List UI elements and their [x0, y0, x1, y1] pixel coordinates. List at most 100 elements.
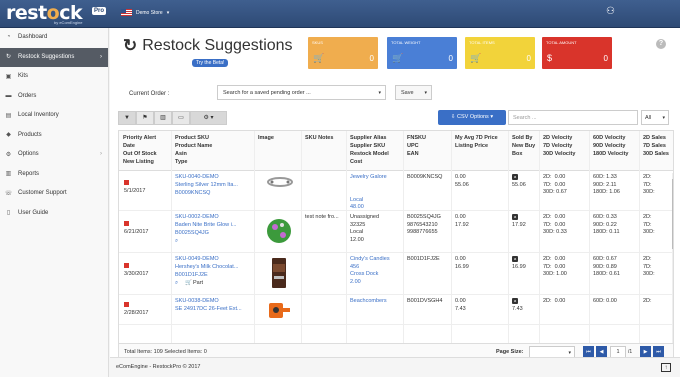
scrollbar-thumb[interactable]: [672, 179, 673, 249]
product-name[interactable]: Sterling Silver 12mm Ita...: [175, 182, 238, 190]
scroll-to-top-icon[interactable]: ↑: [661, 363, 671, 372]
column-header[interactable]: Priority Alert Date Out Of Stock New Lis…: [123, 134, 157, 166]
chevron-down-icon: ▾: [424, 90, 427, 96]
tile-value: 0: [603, 54, 608, 63]
search-input[interactable]: Search ...: [508, 110, 638, 125]
sales: 2D: 7D: 30D:: [643, 174, 655, 195]
tile-value: 0: [448, 54, 453, 63]
search-icon[interactable]: ⌕: [175, 238, 178, 246]
sidebar-item-products[interactable]: ◆ Products: [0, 126, 108, 146]
restock-table: Priority Alert Date Out Of Stock New Lis…: [118, 130, 674, 344]
buybox-price: 17.92: [512, 222, 526, 228]
velocity-long: 60D: 1.33 90D: 2.11 180D: 1.06: [593, 174, 620, 195]
flag-icon[interactable]: ⚑: [136, 111, 154, 125]
column-header[interactable]: Image: [258, 134, 274, 142]
product-image: [267, 177, 293, 187]
product-name[interactable]: Baden Nite Brite Glow i...: [175, 222, 236, 230]
fnsku: B0009KNCSQ: [407, 174, 443, 180]
user-menu-icon[interactable]: ⚇: [606, 6, 620, 20]
supplier-info: Unassigned 32325 Local 12.00: [350, 214, 380, 243]
sidebar-item-options[interactable]: ⚙ Options ›: [0, 145, 108, 165]
sidebar-item-orders[interactable]: ▬ Orders: [0, 87, 108, 107]
logo[interactable]: restock Pro by eComEngine: [6, 2, 110, 26]
sidebar-item-label: Options: [18, 151, 39, 158]
column-header[interactable]: SKU Notes: [305, 134, 333, 142]
table-toolbar: ▼ ⚑ ▥ ▭ ⚙ ▾: [118, 111, 227, 125]
building-icon[interactable]: ▥: [154, 111, 172, 125]
table-row[interactable]: 6/21/2017 SKU-0002-DEMO Baden Nite Brite…: [119, 211, 673, 253]
sku-notes[interactable]: test note fro...: [305, 214, 339, 222]
tile-skus: SKUS 🛒 0: [308, 37, 378, 69]
priority-date: 5/1/2017: [124, 188, 146, 194]
page-title-text: Restock Suggestions: [142, 37, 293, 54]
red-flag-icon: [124, 263, 129, 268]
product-image: [272, 258, 286, 288]
save-button[interactable]: Save ▾: [395, 85, 432, 100]
table-row[interactable]: 3/30/2017 SKU-0049-DEMO Hershey's Milk C…: [119, 253, 673, 295]
product-asin[interactable]: B0025SQ4JG: [175, 230, 209, 238]
sidebar-item-label: Dashboard: [18, 34, 48, 41]
guide-icon: ▯: [6, 210, 11, 217]
table-row[interactable]: 5/1/2017 SKU-0040-DEMO Sterling Silver 1…: [119, 171, 673, 211]
column-header[interactable]: My Avg 7D Price Listing Price: [455, 134, 498, 150]
filter-select[interactable]: All ▾: [641, 110, 669, 125]
amazon-icon: a: [512, 298, 518, 304]
column-header[interactable]: Supplier Alias Supplier SKU Restock Mode…: [350, 134, 389, 166]
column-header[interactable]: Sold By New Buy Box: [512, 134, 535, 158]
refresh-icon: ↻: [123, 36, 138, 55]
filter-icon[interactable]: ▼: [118, 111, 136, 125]
sidebar-item-customer-support[interactable]: ☏ Customer Support: [0, 184, 108, 204]
column-header[interactable]: Product SKU Product Name Asin Type: [175, 134, 212, 166]
red-flag-icon: [124, 180, 129, 185]
trash-icon[interactable]: ▭: [172, 111, 190, 125]
product-sku[interactable]: SKU-0040-DEMO: [175, 174, 219, 182]
column-header[interactable]: 2D Sales 7D Sales 30D Sales: [643, 134, 669, 158]
truck-icon: ▬: [5, 92, 12, 99]
dollar-icon: $: [547, 53, 553, 63]
table-row[interactable]: 2/28/2017 SKU-0038-DEMO SE 24917DC 26-Fe…: [119, 295, 673, 325]
chevron-right-icon: ›: [100, 151, 102, 157]
sidebar-item-local-inventory[interactable]: ▤ Local Inventory: [0, 106, 108, 126]
help-icon[interactable]: ?: [656, 39, 666, 49]
product-name[interactable]: SE 24917DC 26-Feet Ext...: [175, 306, 242, 314]
order-placeholder: Search for a saved pending order ...: [223, 90, 311, 96]
sidebar-item-kits[interactable]: ▣ Kits: [0, 67, 108, 87]
chevron-down-icon: ▾: [166, 9, 170, 16]
sidebar-item-reports[interactable]: ▥ Reports: [0, 165, 108, 185]
try-beta-button[interactable]: Try the Beta!: [192, 59, 229, 67]
sidebar-item-dashboard[interactable]: ◔ Dashboard: [0, 28, 108, 48]
product-sku[interactable]: SKU-0049-DEMO: [175, 256, 219, 264]
column-header[interactable]: 2D Velocity 7D Velocity 30D Velocity: [543, 134, 575, 158]
product-sku[interactable]: SKU-0038-DEMO: [175, 298, 219, 306]
store-selector[interactable]: Demo Store ▾: [121, 9, 169, 16]
tile-value: 0: [526, 54, 531, 63]
chevron-down-icon: ▾: [378, 90, 381, 96]
priority-date: 2/28/2017: [124, 310, 149, 316]
sidebar-item-restock-suggestions[interactable]: ↻ Restock Suggestions ›: [0, 47, 108, 67]
copyright: eComEngine - RestockPro © 2017: [116, 364, 201, 370]
current-order-select[interactable]: Search for a saved pending order ... ▾: [217, 85, 386, 100]
sidebar-item-user-guide[interactable]: ▯ User Guide: [0, 204, 108, 224]
sidebar-item-label: Products: [18, 131, 42, 138]
product-sku[interactable]: SKU-0002-DEMO: [175, 214, 219, 222]
velocity-short: 2D: 0.00 7D: 0.00 30D: 0.33: [543, 214, 567, 235]
supplier-info: Jewelry Galore Local 48.00: [350, 174, 387, 210]
product-name[interactable]: Hershey's Milk Chocolat...: [175, 264, 238, 272]
settings-icon[interactable]: ⚙ ▾: [190, 111, 227, 125]
filter-value: All: [645, 115, 652, 121]
dashboard-icon: ◔: [6, 34, 11, 41]
velocity-short: 2D: 0.00 7D: 0.00 30D: 0.67: [543, 174, 567, 195]
velocity-short: 2D: 0.00 7D: 0.00 30D: 1.00: [543, 256, 567, 277]
column-header[interactable]: FNSKU UPC EAN: [407, 134, 426, 158]
product-asin[interactable]: B0009KNCSQ: [175, 190, 210, 198]
current-order-label: Current Order :: [129, 91, 170, 97]
search-icon[interactable]: ⌕: [175, 280, 178, 288]
cart-icon: 🛒: [185, 280, 192, 286]
column-header[interactable]: 60D Velocity 90D Velocity 180D Velocity: [593, 134, 628, 158]
product-image: [269, 303, 290, 318]
cart-icon: 🛒: [313, 53, 325, 63]
tile-total-amount: TOTAL AMOUNT $0: [542, 37, 612, 69]
price: 0.00 17.92: [455, 214, 469, 228]
product-asin[interactable]: B001D1FJ2E: [175, 272, 208, 280]
csv-options-button[interactable]: ⇩ CSV Options ▾: [438, 110, 506, 125]
